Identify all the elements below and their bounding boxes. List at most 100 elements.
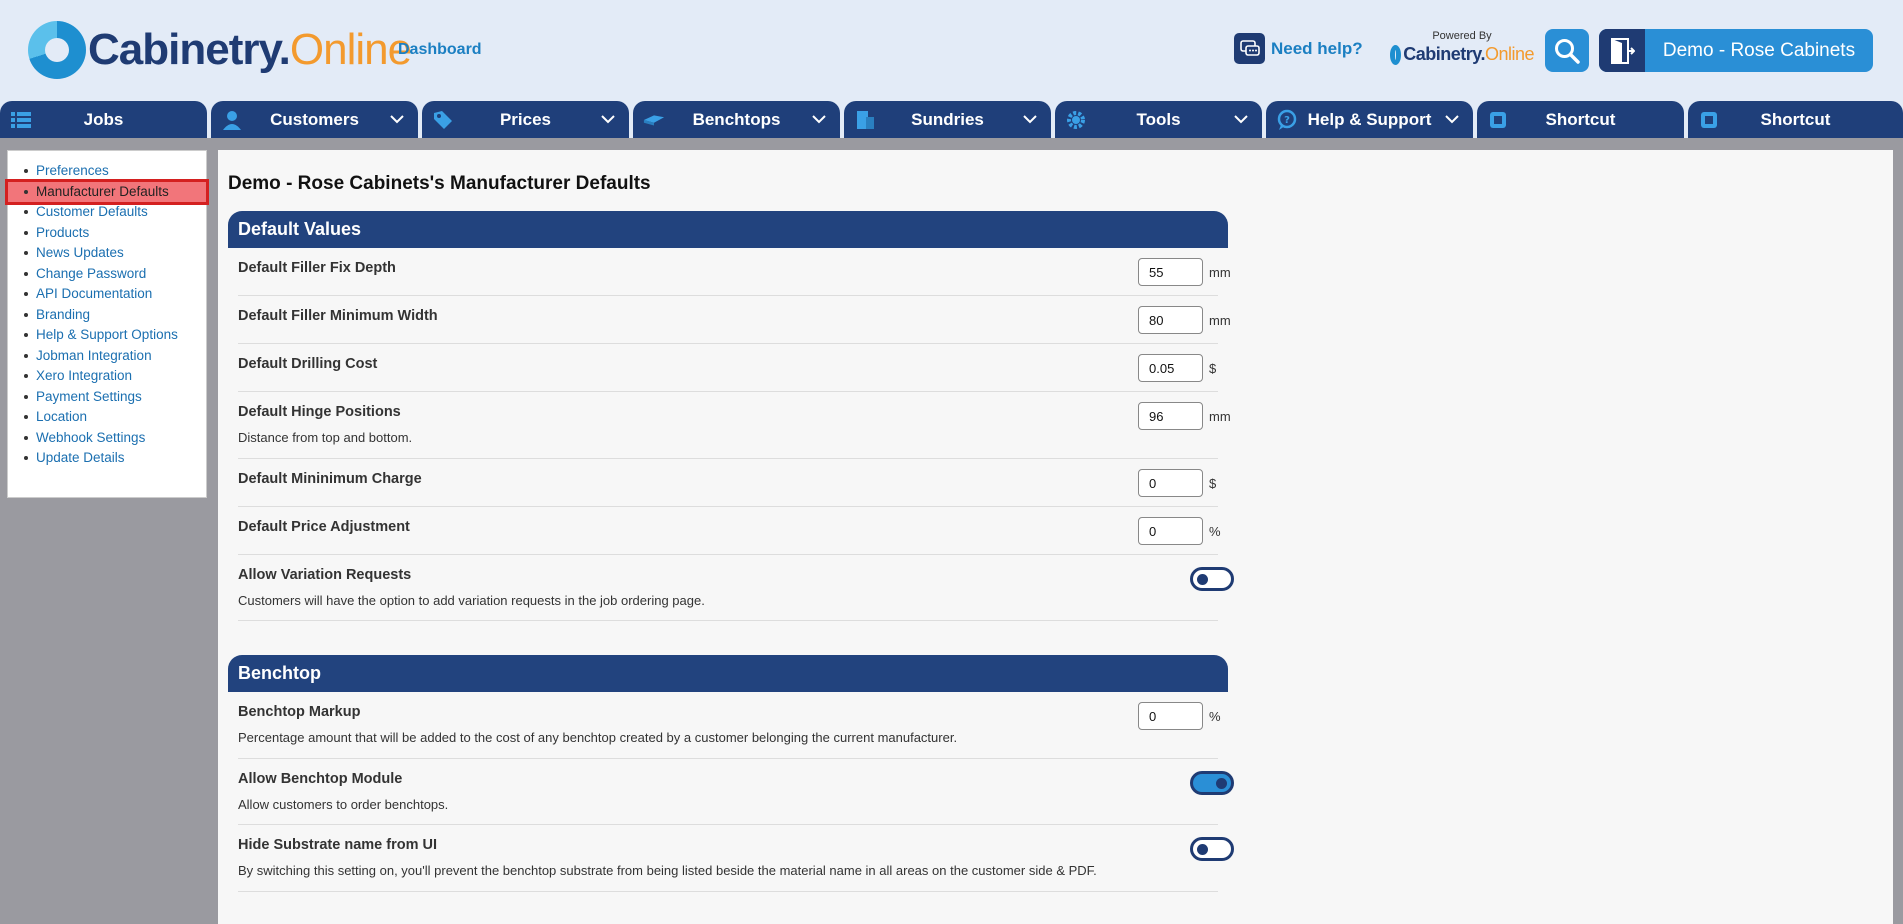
price-tag-icon <box>432 109 454 131</box>
benchtop-markup-unit: % <box>1209 709 1221 724</box>
row-drilling-cost: Default Drilling Cost 0.05 $ <box>238 344 1218 392</box>
filler-min-width-input[interactable]: 80 <box>1138 306 1203 334</box>
nav-tools[interactable]: Tools <box>1055 101 1262 138</box>
sidebar-item-payment-settings[interactable]: Payment Settings <box>8 387 206 408</box>
sundries-icon <box>854 109 876 131</box>
sidebar-item-branding[interactable]: Branding <box>8 305 206 326</box>
powered-by-block: Powered By Cabinetry.Online <box>1390 30 1535 65</box>
sidebar-item-customer-defaults[interactable]: Customer Defaults <box>8 202 206 223</box>
row-filler-fix-depth: Default Filler Fix Depth 55 mm <box>238 248 1231 296</box>
drilling-cost-label: Default Drilling Cost <box>238 356 378 372</box>
sidebar-item-api-documentation[interactable]: API Documentation <box>8 284 206 305</box>
variation-requests-label: Allow Variation Requests <box>238 567 412 583</box>
variation-requests-toggle[interactable] <box>1190 567 1234 591</box>
shortcut-icon <box>1698 109 1720 131</box>
drilling-cost-input[interactable]: 0.05 <box>1138 354 1203 382</box>
hide-substrate-toggle[interactable] <box>1190 837 1234 861</box>
min-charge-label: Default Mininimum Charge <box>238 471 422 487</box>
nav-sundries[interactable]: Sundries <box>844 101 1051 138</box>
benchtop-module-toggle[interactable] <box>1190 771 1234 795</box>
dashboard-link[interactable]: Dashboard <box>398 41 482 59</box>
user-name: Demo - Rose Cabinets <box>1662 39 1856 61</box>
nav-customers[interactable]: Customers <box>211 101 418 138</box>
sidebar-item-help-support-options[interactable]: Help & Support Options <box>8 325 206 346</box>
filler-fix-depth-input[interactable]: 55 <box>1138 258 1203 286</box>
section-benchtop-heading: Benchtop <box>228 655 1228 692</box>
row-filler-min-width: Default Filler Minimum Width 80 mm <box>238 296 1231 344</box>
hide-substrate-desc: By switching this setting on, you'll pre… <box>238 863 1097 878</box>
row-benchtop-module: Allow Benchtop Module Allow customers to… <box>238 759 1234 825</box>
gear-icon <box>1065 109 1087 131</box>
variation-requests-desc: Customers will have the option to add va… <box>238 593 705 608</box>
main-nav: Jobs Customers Prices Benchtops Sundries… <box>0 101 1903 138</box>
user-account-button[interactable]: Demo - Rose Cabinets <box>1599 29 1873 72</box>
hide-substrate-label: Hide Substrate name from UI <box>238 837 438 853</box>
hinge-positions-unit: mm <box>1209 409 1231 424</box>
header: Cabinetry.Online Dashboard Need help? Po… <box>0 0 1903 101</box>
filler-fix-depth-unit: mm <box>1209 265 1231 280</box>
sidebar-item-change-password[interactable]: Change Password <box>8 264 206 285</box>
logo-ring-icon <box>28 21 86 79</box>
sidebar-item-location[interactable]: Location <box>8 407 206 428</box>
logout-door-icon <box>1599 29 1645 72</box>
need-help-label: Need help? <box>1271 38 1363 58</box>
mini-logo-ring-icon <box>1390 44 1402 65</box>
nav-help-support[interactable]: ? Help & Support <box>1266 101 1473 138</box>
settings-sidebar: Preferences Manufacturer Defaults Custom… <box>5 150 209 498</box>
benchtop-icon <box>643 109 665 131</box>
chevron-down-icon <box>601 115 615 124</box>
chevron-down-icon <box>1445 115 1459 124</box>
filler-fix-depth-label: Default Filler Fix Depth <box>238 260 396 276</box>
svg-text:?: ? <box>1284 115 1290 126</box>
sidebar-item-manufacturer-defaults[interactable]: Manufacturer Defaults <box>5 178 209 205</box>
benchtop-markup-label: Benchtop Markup <box>238 704 361 720</box>
nav-shortcut-2[interactable]: Shortcut <box>1688 101 1903 138</box>
sidebar-item-products[interactable]: Products <box>8 223 206 244</box>
hinge-positions-label: Default Hinge Positions <box>238 404 401 420</box>
row-hide-substrate: Hide Substrate name from UI By switching… <box>238 825 1234 892</box>
search-button[interactable] <box>1545 29 1589 72</box>
page-title: Demo - Rose Cabinets's Manufacturer Defa… <box>228 173 651 194</box>
benchtop-markup-desc: Percentage amount that will be added to … <box>238 730 958 745</box>
row-variation-requests: Allow Variation Requests Customers will … <box>238 555 1234 621</box>
nav-benchtops[interactable]: Benchtops <box>633 101 840 138</box>
price-adjustment-input[interactable]: 0 <box>1138 517 1203 545</box>
min-charge-unit: $ <box>1209 476 1217 491</box>
settings-menu: Preferences Manufacturer Defaults Custom… <box>5 151 209 469</box>
cabinetry-online-logo[interactable]: Cabinetry.Online <box>28 18 412 82</box>
chat-help-icon <box>1234 33 1265 64</box>
chevron-down-icon <box>1023 115 1037 124</box>
need-help-link[interactable]: Need help? <box>1234 33 1363 64</box>
sidebar-item-webhook-settings[interactable]: Webhook Settings <box>8 428 206 449</box>
row-hinge-positions: Default Hinge Positions Distance from to… <box>238 392 1231 459</box>
drilling-cost-unit: $ <box>1209 361 1217 376</box>
list-icon <box>10 109 32 131</box>
benchtop-markup-input[interactable]: 0 <box>1138 702 1203 730</box>
nav-shortcut-2-label: Shortcut <box>1760 109 1831 129</box>
filler-min-width-label: Default Filler Minimum Width <box>238 308 438 324</box>
person-icon <box>221 109 243 131</box>
benchtop-module-desc: Allow customers to order benchtops. <box>238 797 449 812</box>
sidebar-item-xero-integration[interactable]: Xero Integration <box>8 366 206 387</box>
main-content: Demo - Rose Cabinets's Manufacturer Defa… <box>218 150 1893 924</box>
sidebar-item-jobman-integration[interactable]: Jobman Integration <box>8 346 206 367</box>
row-price-adjustment: Default Price Adjustment 0 % <box>238 507 1221 555</box>
help-chat-icon: ? <box>1276 109 1298 131</box>
shortcut-icon <box>1487 109 1509 131</box>
nav-prices[interactable]: Prices <box>422 101 629 138</box>
benchtop-module-label: Allow Benchtop Module <box>238 771 403 787</box>
nav-jobs[interactable]: Jobs <box>0 101 207 138</box>
sidebar-item-update-details[interactable]: Update Details <box>8 448 206 469</box>
price-adjustment-unit: % <box>1209 524 1221 539</box>
filler-min-width-unit: mm <box>1209 313 1231 328</box>
min-charge-input[interactable]: 0 <box>1138 469 1203 497</box>
sidebar-item-preferences[interactable]: Preferences <box>8 161 206 182</box>
search-icon <box>1555 38 1580 64</box>
powered-by-logo: Cabinetry.Online <box>1390 44 1535 65</box>
chevron-down-icon <box>1234 115 1248 124</box>
nav-shortcut-1[interactable]: Shortcut <box>1477 101 1684 138</box>
sidebar-item-news-updates[interactable]: News Updates <box>8 243 206 264</box>
chevron-down-icon <box>812 115 826 124</box>
hinge-positions-desc: Distance from top and bottom. <box>238 430 413 445</box>
hinge-positions-input[interactable]: 96 <box>1138 402 1203 430</box>
